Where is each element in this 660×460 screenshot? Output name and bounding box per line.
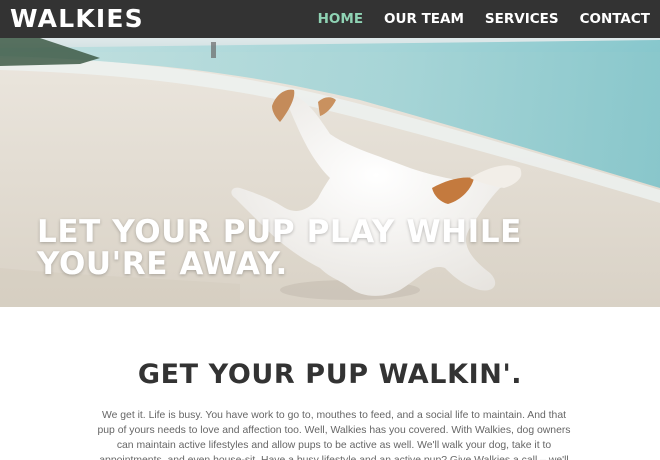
nav-link-services[interactable]: SERVICES — [485, 0, 559, 38]
hero-banner: LET YOUR PUP PLAY WHILE YOU'RE AWAY. — [0, 38, 660, 307]
hero-headline: LET YOUR PUP PLAY WHILE YOU'RE AWAY. — [37, 214, 522, 282]
nav-link-our-team[interactable]: OUR TEAM — [384, 0, 464, 38]
nav-link-home[interactable]: HOME — [318, 0, 363, 38]
about-section: GET YOUR PUP WALKIN'. We get it. Life is… — [0, 307, 660, 460]
nav-link-contact[interactable]: CONTACT — [580, 0, 650, 38]
section-description: We get it. Life is busy. You have work t… — [97, 410, 571, 460]
section-title: GET YOUR PUP WALKIN'. — [137, 359, 523, 390]
nav-menu: HOME OUR TEAM SERVICES CONTACT — [297, 0, 650, 38]
top-navbar: WALKIES HOME OUR TEAM SERVICES CONTACT — [0, 0, 660, 38]
brand-logo[interactable]: WALKIES — [10, 0, 144, 38]
